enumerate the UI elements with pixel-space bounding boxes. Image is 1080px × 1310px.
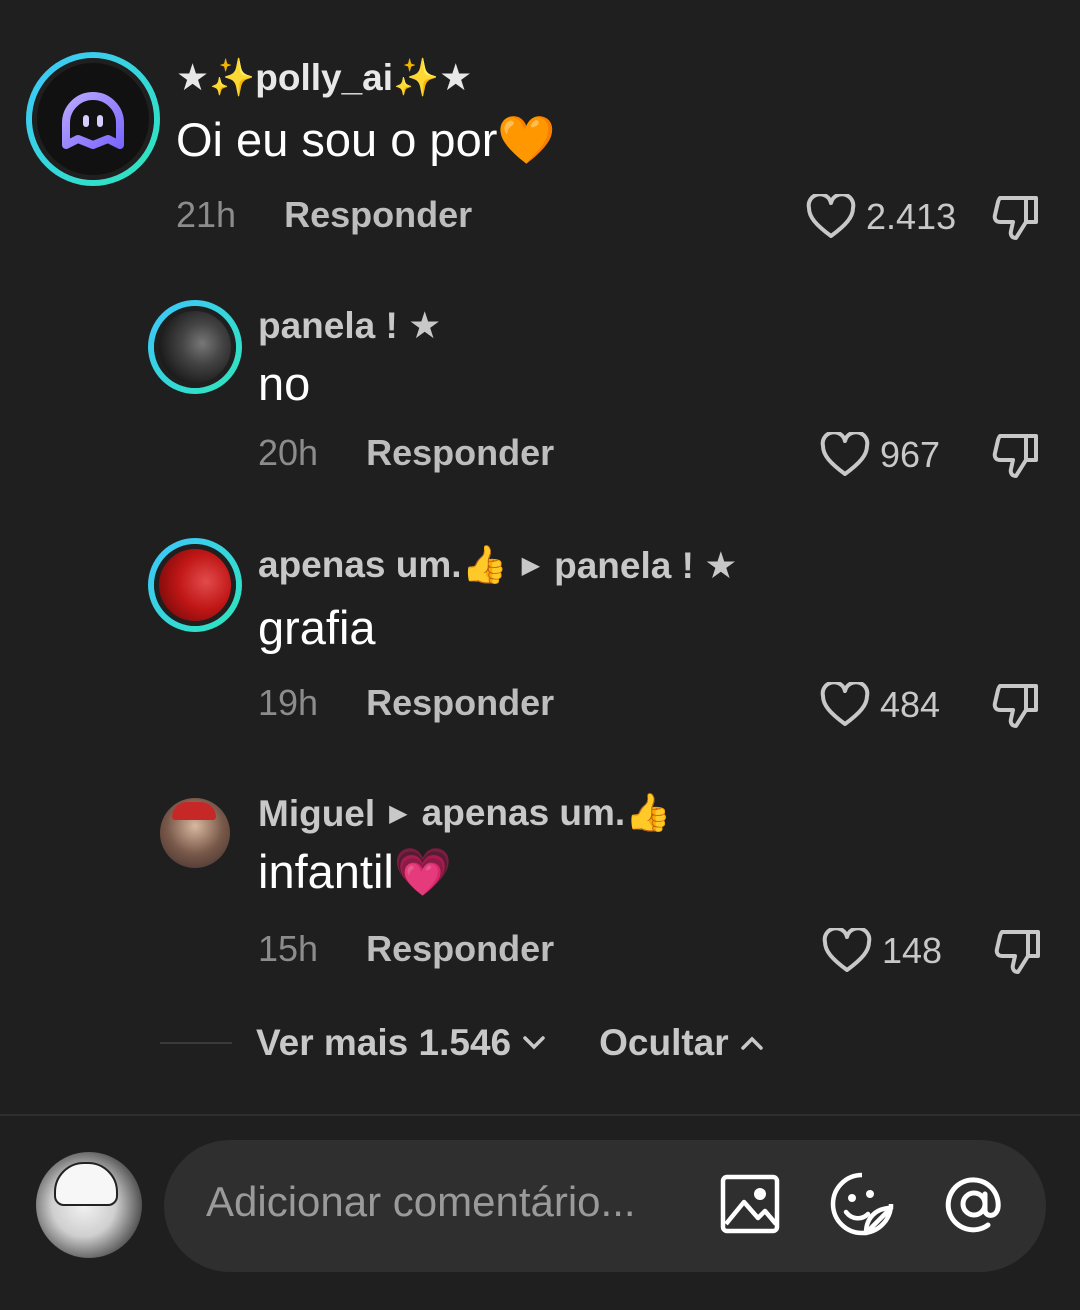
comment-text: Oi eu sou o por🧡 [176,113,556,166]
timestamp: 15h [258,928,319,969]
thread-controls: Ver mais 1.546 Ocultar [160,1022,769,1064]
like-count: 148 [882,930,943,971]
comment-text: infantil💗 [258,845,453,898]
like-count: 2.413 [866,196,957,237]
dislike-icon[interactable] [990,680,1042,732]
timestamp: 19h [258,682,319,723]
reply-button[interactable]: Responder [366,928,554,970]
avatar[interactable] [148,300,242,394]
hide-replies-button[interactable]: Ocultar [599,1022,769,1064]
like-count: 967 [880,434,941,475]
timestamp: 20h [258,432,319,473]
avatar[interactable] [160,798,230,868]
comment-text: no [258,357,311,410]
view-more-button[interactable]: Ver mais 1.546 [256,1022,551,1064]
reply-arrow-icon: ▶ [521,552,541,579]
heart-icon[interactable] [806,194,856,240]
like-count: 484 [880,684,941,725]
chevron-up-icon [740,1036,763,1050]
avatar-hair [54,1162,118,1206]
username[interactable]: apenas um.👍 ▶ panela ! ★ [258,544,737,587]
current-user-avatar[interactable] [36,1152,142,1258]
image-icon[interactable] [718,1172,782,1236]
sticker-icon[interactable] [828,1170,896,1238]
comment-text: grafia [258,601,376,654]
heart-icon[interactable] [820,432,870,478]
heart-icon[interactable] [820,682,870,728]
reply-arrow-icon: ▶ [389,800,408,827]
ghost-bot-icon [62,92,124,149]
username[interactable]: ★✨polly_ai✨★ [176,56,472,100]
comment-input-placeholder: Adicionar comentário... [206,1178,636,1225]
avatar[interactable] [26,52,160,186]
dislike-icon[interactable] [990,192,1042,244]
heart-icon[interactable] [822,928,872,974]
username[interactable]: Miguel ▶ apenas um.👍 [258,792,671,835]
dislike-icon[interactable] [992,926,1044,978]
reply-button[interactable]: Responder [366,682,554,724]
reply-button[interactable]: Responder [366,432,554,474]
divider-line [160,1042,232,1044]
reply-to-username[interactable]: apenas um.👍 [422,792,672,835]
mention-icon[interactable] [940,1170,1008,1238]
username[interactable]: panela ! ★ [258,304,441,347]
dislike-icon[interactable] [990,430,1042,482]
chevron-down-icon [523,1036,545,1050]
reply-button[interactable]: Responder [284,194,472,236]
santa-hat [172,802,216,820]
avatar[interactable] [148,538,242,632]
reply-to-username[interactable]: panela ! ★ [554,544,737,587]
timestamp: 21h [176,194,237,235]
